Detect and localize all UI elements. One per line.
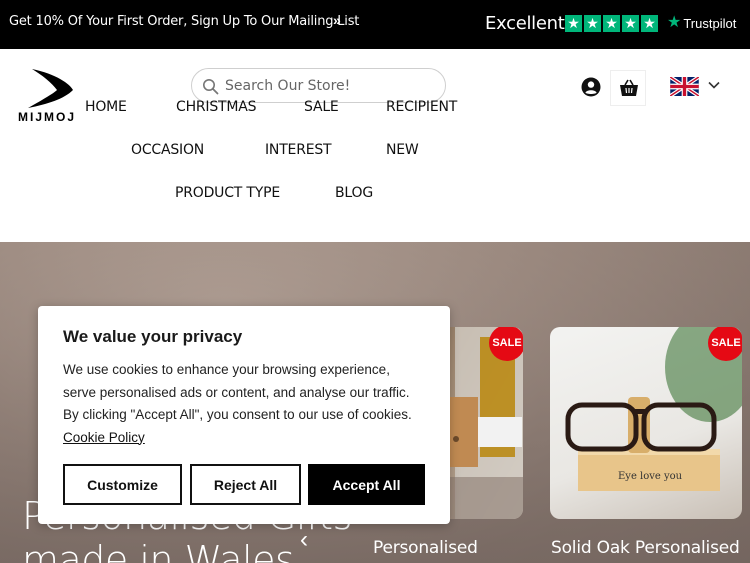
product-card-caption[interactable]: Personalised: [373, 538, 478, 558]
sale-badge: SALE: [708, 327, 742, 361]
engraving-text: Eye love you: [618, 471, 683, 482]
star-icon: ★: [622, 15, 639, 32]
search-bar: [191, 68, 446, 103]
cookie-consent-dialog: We value your privacy We use cookies to …: [38, 306, 450, 524]
star-icon: ★: [565, 15, 582, 32]
cookie-dialog-body: We use cookies to enhance your browsing …: [63, 359, 423, 449]
search-icon[interactable]: [202, 78, 219, 95]
customize-button[interactable]: Customize: [63, 464, 182, 505]
trustpilot-star-icon: ★: [667, 14, 682, 31]
search-input[interactable]: [225, 76, 435, 96]
nav-item-blog[interactable]: BLOG: [335, 185, 373, 201]
cookie-dialog-title: We value your privacy: [63, 327, 243, 346]
product-card-caption[interactable]: Solid Oak Personalised: [551, 538, 740, 558]
nav-item-occasion[interactable]: OCCASION: [131, 142, 204, 158]
nav-item-christmas[interactable]: CHRISTMAS: [176, 99, 257, 115]
sale-badge: SALE: [489, 327, 523, 361]
announcement-bar: Get 10% Of Your First Order, Sign Up To …: [0, 0, 750, 49]
nav-item-recipient[interactable]: RECIPIENT: [386, 99, 457, 115]
nav-item-product-type[interactable]: PRODUCT TYPE: [175, 185, 280, 201]
double-chevron-right-icon: »: [333, 12, 341, 28]
nav-item-interest[interactable]: INTEREST: [265, 142, 332, 158]
product-card[interactable]: Eye love you SALE: [550, 327, 742, 519]
carousel-prev-arrow-icon[interactable]: ‹: [300, 526, 308, 554]
nav-item-sale[interactable]: SALE: [304, 99, 339, 115]
trustpilot-brand-label: Trustpilot: [683, 15, 737, 31]
trustpilot-logo[interactable]: ★ Trustpilot: [667, 15, 736, 31]
accept-all-button[interactable]: Accept All: [308, 464, 425, 505]
cart-button[interactable]: [610, 70, 646, 106]
mailing-list-promo-link[interactable]: Get 10% Of Your First Order, Sign Up To …: [9, 14, 359, 29]
trustpilot-rating-text: Excellent: [485, 13, 565, 34]
logo-wordmark: MIJMOJ: [18, 110, 77, 124]
chevron-down-icon[interactable]: [707, 78, 721, 92]
uk-flag-icon[interactable]: [670, 77, 699, 96]
user-circle-icon[interactable]: [581, 77, 601, 97]
cookie-dialog-text: We use cookies to enhance your browsing …: [63, 362, 412, 422]
nav-item-new[interactable]: NEW: [386, 142, 419, 158]
trustpilot-stars: ★ ★ ★ ★ ★: [565, 15, 658, 32]
star-icon: ★: [641, 15, 658, 32]
star-icon: ★: [603, 15, 620, 32]
nav-item-home[interactable]: HOME: [85, 99, 127, 115]
basket-icon: [620, 79, 638, 96]
star-icon: ★: [584, 15, 601, 32]
reject-all-button[interactable]: Reject All: [190, 464, 301, 505]
cookie-policy-link[interactable]: Cookie Policy: [63, 430, 145, 445]
